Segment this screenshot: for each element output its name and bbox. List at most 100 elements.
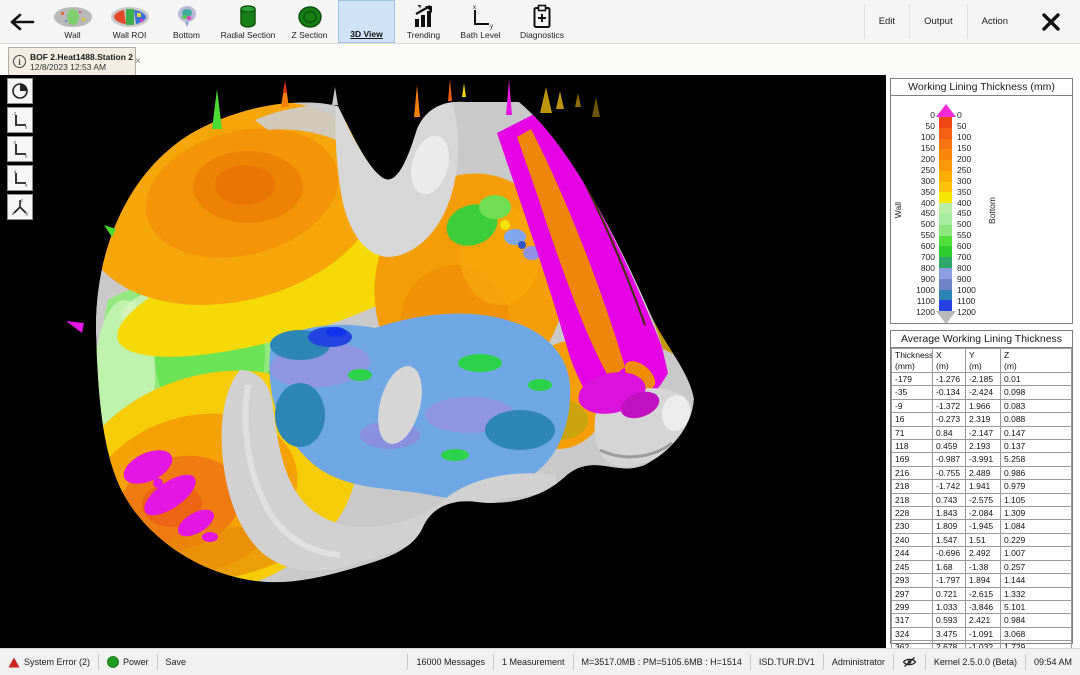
colorbar-tick: 250 xyxy=(921,166,935,175)
table-row[interactable]: -35-0.134-2.4240.098 xyxy=(892,386,1072,399)
view-3d-axes-button[interactable]: zxy xyxy=(7,194,33,220)
info-icon: i xyxy=(13,55,26,68)
colorbar-segment xyxy=(939,214,952,225)
toolbar-button-z-section[interactable]: Z Section xyxy=(281,0,338,43)
colorbar-tick: 250 xyxy=(957,166,971,175)
table-row[interactable]: 2281.843-2.0841.309 xyxy=(892,507,1072,520)
colorbar-tick: 0 xyxy=(957,111,962,120)
colorbar-tick: 800 xyxy=(921,264,935,273)
system-error-label: System Error (2) xyxy=(24,657,90,667)
colorbar-tick: 450 xyxy=(921,209,935,218)
right-panel-column: Working Lining Thickness (mm) Wall 05010… xyxy=(886,75,1080,648)
messages-status[interactable]: 16000 Messages xyxy=(408,657,493,667)
toolbar-button-label: Diagnostics xyxy=(520,30,564,40)
edit-button[interactable]: Edit xyxy=(865,0,909,43)
3d-viewport[interactable]: zy zx xy xyxy=(0,75,886,648)
toolbar-button-bath-level[interactable]: xy Bath Level xyxy=(452,0,509,43)
colorbar-tick: 700 xyxy=(957,253,971,262)
eye-slash-icon xyxy=(902,656,917,668)
toolbar-button-label: Bottom xyxy=(173,30,200,40)
user-status[interactable]: Administrator xyxy=(824,657,893,667)
thickness-table: Thickness(mm) X(m) Y(m) Z(m) -179-1.276-… xyxy=(891,348,1072,668)
output-button[interactable]: Output xyxy=(910,0,967,43)
diagnostics-clipboard-icon xyxy=(532,4,552,30)
toolbar-button-radial-section[interactable]: Radial Section xyxy=(215,0,281,43)
back-button[interactable] xyxy=(0,0,44,43)
table-row[interactable]: 2451.68-1.380.257 xyxy=(892,560,1072,573)
table-row[interactable]: 2401.5471.510.229 xyxy=(892,533,1072,546)
table-row[interactable]: -179-1.276-2.1850.01 xyxy=(892,373,1072,386)
colorbar-tick: 400 xyxy=(921,199,935,208)
clock-status: 09:54 AM xyxy=(1026,657,1080,667)
table-row[interactable]: 2970.721-2.6151.332 xyxy=(892,587,1072,600)
measurement-status[interactable]: 1 Measurement xyxy=(494,657,573,667)
colorbar-tick: 700 xyxy=(921,253,935,262)
table-row[interactable]: 1180.4592.1930.137 xyxy=(892,440,1072,453)
toolbar-button-bottom[interactable]: Bottom xyxy=(158,0,215,43)
z-section-icon xyxy=(297,4,323,30)
table-row[interactable]: 16-0.2732.3190.088 xyxy=(892,413,1072,426)
column-header-thickness: Thickness(mm) xyxy=(892,349,933,373)
table-row[interactable]: 244-0.6962.4921.007 xyxy=(892,547,1072,560)
table-row[interactable]: -9-1.3721.9660.083 xyxy=(892,399,1072,412)
svg-text:y: y xyxy=(26,211,29,216)
table-row[interactable]: 293-1.7971.8941.144 xyxy=(892,574,1072,587)
svg-text:y: y xyxy=(25,183,28,188)
power-status[interactable]: Power xyxy=(99,656,157,668)
axis-zx-icon: zx xyxy=(11,140,29,158)
table-row[interactable]: 216-0.7552.4890.986 xyxy=(892,466,1072,479)
colorbar-bottom-arrow xyxy=(936,311,956,324)
toolbar-button-wall-roi[interactable]: Wall ROI xyxy=(101,0,158,43)
colorbar-tick: 150 xyxy=(921,144,935,153)
colorbar-tick: 1000 xyxy=(957,286,976,295)
toolbar-button-label: 3D View xyxy=(350,29,382,39)
table-row[interactable]: 2180.743-2.5751.105 xyxy=(892,493,1072,506)
colorbar-top-arrow xyxy=(936,104,956,117)
colorbar-tick: 200 xyxy=(921,155,935,164)
colorbar-segment xyxy=(939,300,952,311)
toolbar-button-label: Z Section xyxy=(292,30,328,40)
toolbar-button-wall[interactable]: Wall xyxy=(44,0,101,43)
table-row[interactable]: 169-0.987-3.9915.258 xyxy=(892,453,1072,466)
view-rotate-button[interactable] xyxy=(7,78,33,104)
action-button[interactable]: Action xyxy=(968,0,1022,43)
toolbar-button-label: Wall ROI xyxy=(113,30,147,40)
colorbar-bottom-label: Bottom xyxy=(987,197,997,224)
close-window-button[interactable] xyxy=(1022,0,1080,43)
system-error-status[interactable]: System Error (2) xyxy=(0,657,98,668)
toolbar-button-diagnostics[interactable]: Diagnostics xyxy=(509,0,575,43)
colorbar-segment xyxy=(939,203,952,214)
colorbar-segment xyxy=(939,236,952,247)
colorbar-segment xyxy=(939,257,952,268)
toolbar-button-trending[interactable]: Trending xyxy=(395,0,452,43)
colorbar-tick: 300 xyxy=(921,177,935,186)
content-area: zy zx xy xyxy=(0,75,1080,648)
status-bar: System Error (2) Power Save 16000 Messag… xyxy=(0,648,1080,675)
table-row[interactable]: 2301.809-1.9451.084 xyxy=(892,520,1072,533)
column-header-y: Y(m) xyxy=(966,349,1001,373)
axis-zy-icon: zy xyxy=(11,111,29,129)
colorbar-tick: 350 xyxy=(921,188,935,197)
view-zy-button[interactable]: zy xyxy=(7,107,33,133)
table-row[interactable]: 710.84-2.1470.147 xyxy=(892,426,1072,439)
view-zx-button[interactable]: zx xyxy=(7,136,33,162)
visibility-toggle[interactable] xyxy=(894,656,925,668)
colorbar-tick: 0 xyxy=(930,111,935,120)
tab-close-icon[interactable]: × xyxy=(133,56,143,67)
3d-model[interactable] xyxy=(0,75,886,648)
save-status[interactable]: Save xyxy=(158,657,195,667)
axes-3d-icon: zxy xyxy=(11,198,29,216)
svg-text:y: y xyxy=(25,125,28,130)
table-row[interactable]: 3170.5932.4210.984 xyxy=(892,614,1072,627)
measurement-tab[interactable]: i BOF 2.Heat1488.Station 2 12/8/2023 12:… xyxy=(8,47,136,75)
main-toolbar: Wall Wall ROI Bottom Radial Section Z Se xyxy=(0,0,1080,44)
colorbar-tick: 1000 xyxy=(916,286,935,295)
device-status[interactable]: ISD.TUR.DV1 xyxy=(751,657,823,667)
toolbar-button-3d-view[interactable]: 3D View xyxy=(338,0,395,43)
colorbar-segment xyxy=(939,268,952,279)
table-row[interactable]: 2991.033-3.8465.101 xyxy=(892,600,1072,613)
view-xy-button[interactable]: xy xyxy=(7,165,33,191)
table-row[interactable]: 218-1.7421.9410.979 xyxy=(892,480,1072,493)
table-row[interactable]: 3243.475-1.0913.068 xyxy=(892,627,1072,640)
colorbar-segment xyxy=(939,117,952,128)
